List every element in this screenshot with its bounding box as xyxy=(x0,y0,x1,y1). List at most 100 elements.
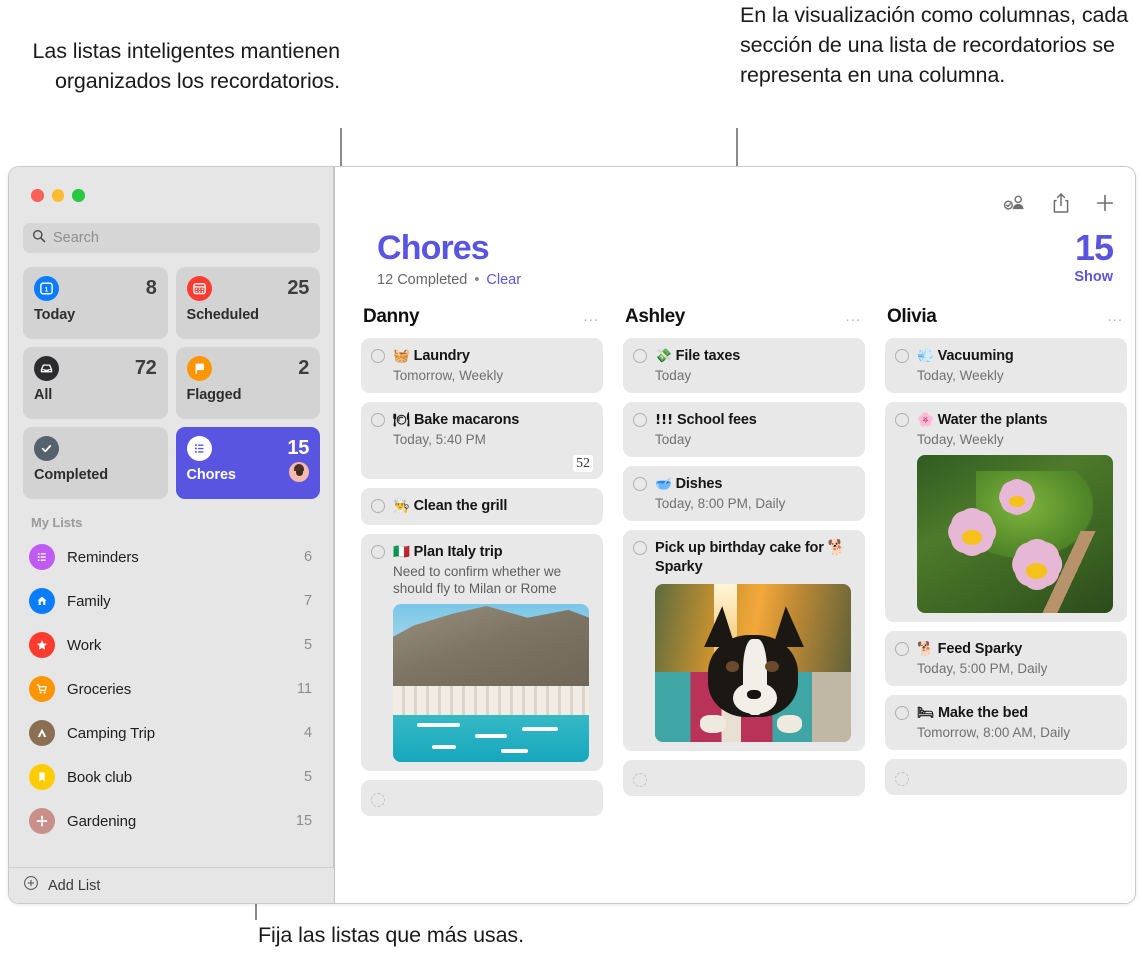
share-icon[interactable] xyxy=(1052,192,1070,214)
task-row[interactable]: 🇮🇹 Plan Italy trip Need to confirm wheth… xyxy=(361,534,604,771)
column-header: Danny ... xyxy=(361,306,603,338)
task-row-empty[interactable] xyxy=(623,760,866,796)
complete-circle[interactable] xyxy=(633,477,648,491)
add-list-button[interactable]: Add List xyxy=(9,867,335,903)
smart-lists-grid: 1 8 Today 25 Scheduled 72 All 2 Flagged … xyxy=(9,253,334,499)
sidebar-item-work[interactable]: Work 5 xyxy=(9,623,334,667)
add-icon[interactable] xyxy=(1095,193,1115,213)
shared-person-icon[interactable] xyxy=(1001,193,1027,213)
task-row[interactable]: 💸 File taxes Today xyxy=(623,338,866,393)
flag-icon xyxy=(186,356,212,381)
complete-circle[interactable] xyxy=(895,706,910,720)
sidebar-item-book-club[interactable]: Book club 5 xyxy=(9,755,334,799)
list-header: Chores 12 Completed • Clear xyxy=(351,167,1119,288)
list-label: Camping Trip xyxy=(67,724,156,742)
column-title: Olivia xyxy=(887,306,937,327)
list-count: 15 xyxy=(295,813,313,829)
task-subtitle: Tomorrow, 8:00 AM, Daily xyxy=(917,725,1071,740)
inbox-icon xyxy=(34,356,59,381)
italy-coast-photo[interactable] xyxy=(393,604,590,762)
complete-circle[interactable] xyxy=(633,541,648,555)
smart-list-flagged[interactable]: 2 Flagged xyxy=(175,347,321,419)
task-subtitle: Today, 5:00 PM, Daily xyxy=(917,661,1048,676)
smart-list-all[interactable]: 72 All xyxy=(23,347,168,419)
list-bullet-icon xyxy=(29,544,55,570)
task-row[interactable]: Pick up birthday cake for 🐕 Sparky xyxy=(623,530,866,751)
task-title: 💸 File taxes xyxy=(655,347,740,366)
complete-circle[interactable] xyxy=(633,413,648,427)
task-row[interactable]: !!! School fees Today xyxy=(623,402,866,457)
sidebar-item-groceries[interactable]: Groceries 11 xyxy=(9,667,334,711)
task-row-empty[interactable] xyxy=(361,780,604,816)
zoom-button[interactable] xyxy=(72,189,85,202)
column-more-button[interactable]: ... xyxy=(846,309,862,324)
minimize-button[interactable] xyxy=(51,189,64,202)
task-emoji: 🇮🇹 xyxy=(393,544,410,560)
task-emoji: 🛏 xyxy=(917,705,935,721)
column-ashley: Ashley ... 💸 File taxes Today !!! School… xyxy=(623,306,866,848)
task-title: 🥣 Dishes xyxy=(655,475,722,494)
task-row-empty[interactable] xyxy=(885,759,1128,795)
total-count: 15 xyxy=(1074,227,1114,268)
sidebar-item-gardening[interactable]: Gardening 15 xyxy=(9,799,334,843)
list-count: 5 xyxy=(303,637,313,653)
task-row[interactable]: 🌸 Water the plants Today, Weekly xyxy=(885,402,1128,622)
close-button[interactable] xyxy=(31,189,44,202)
smart-list-today[interactable]: 1 8 Today xyxy=(23,267,168,339)
completed-count: 12 Completed xyxy=(377,272,468,288)
add-list-label: Add List xyxy=(48,877,101,894)
list-count: 5 xyxy=(303,769,313,785)
completed-row: 12 Completed • Clear xyxy=(377,272,1119,288)
cart-icon xyxy=(29,676,55,702)
complete-circle[interactable] xyxy=(633,349,648,363)
clear-button[interactable]: Clear xyxy=(486,272,521,288)
task-row[interactable]: 🛏 Make the bed Tomorrow, 8:00 AM, Daily xyxy=(885,695,1128,750)
task-title: 🇮🇹 Plan Italy trip xyxy=(393,543,503,562)
complete-circle[interactable] xyxy=(895,349,910,363)
task-subtitle: Today, 5:40 PM xyxy=(393,432,486,447)
smart-list-chores[interactable]: 15 Chores xyxy=(175,427,321,499)
sidebar-item-camping-trip[interactable]: Camping Trip 4 xyxy=(9,711,334,755)
column-header: Olivia ... xyxy=(885,306,1127,338)
task-row[interactable]: 💨 Vacuuming Today, Weekly xyxy=(885,338,1128,393)
task-row[interactable]: 🧺 Laundry Tomorrow, Weekly xyxy=(361,338,604,393)
task-emoji: 🧺 xyxy=(393,348,410,364)
task-emoji: 🍽 xyxy=(393,412,411,428)
complete-circle[interactable] xyxy=(371,413,386,427)
sidebar-item-reminders[interactable]: Reminders 6 xyxy=(9,535,334,579)
bookmark-icon xyxy=(29,764,55,790)
task-row[interactable]: 🐕 Feed Sparky Today, 5:00 PM, Daily xyxy=(885,631,1128,686)
checkmark-icon xyxy=(34,436,59,461)
calendar-day-icon: 1 xyxy=(34,276,59,301)
house-icon xyxy=(29,588,55,614)
complete-circle[interactable] xyxy=(895,413,910,427)
task-row[interactable]: 🍽 Bake macarons Today, 5:40 PM 52 xyxy=(361,402,604,479)
show-button[interactable]: Show xyxy=(1074,269,1113,285)
smart-list-label: Chores xyxy=(186,467,236,483)
search-field[interactable]: Search xyxy=(23,223,321,253)
flowers-photo[interactable] xyxy=(917,455,1114,613)
complete-circle[interactable] xyxy=(371,349,386,363)
window-controls[interactable] xyxy=(9,167,334,213)
sidebar-item-family[interactable]: Family 7 xyxy=(9,579,334,623)
smart-list-count: 8 xyxy=(145,277,157,299)
task-title: 💨 Vacuuming xyxy=(917,347,1014,366)
column-more-button[interactable]: ... xyxy=(584,309,600,324)
smart-list-completed[interactable]: Completed xyxy=(23,427,168,499)
complete-circle[interactable] xyxy=(895,642,910,656)
smart-list-scheduled[interactable]: 25 Scheduled xyxy=(175,267,321,339)
complete-circle[interactable] xyxy=(371,545,386,559)
list-label: Gardening xyxy=(67,812,137,830)
list-label: Book club xyxy=(67,768,132,786)
list-count: 4 xyxy=(303,725,313,741)
list-label: Work xyxy=(67,636,102,654)
complete-circle[interactable] xyxy=(895,772,910,786)
task-row[interactable]: 👨‍🍳 Clean the grill xyxy=(361,488,604,525)
complete-circle[interactable] xyxy=(633,773,648,787)
dog-photo[interactable] xyxy=(655,584,852,742)
column-more-button[interactable]: ... xyxy=(1108,309,1124,324)
task-row[interactable]: 🥣 Dishes Today, 8:00 PM, Daily xyxy=(623,466,866,521)
complete-circle[interactable] xyxy=(371,793,386,807)
complete-circle[interactable] xyxy=(371,499,386,513)
task-title-text: Feed Sparky xyxy=(937,641,1023,657)
